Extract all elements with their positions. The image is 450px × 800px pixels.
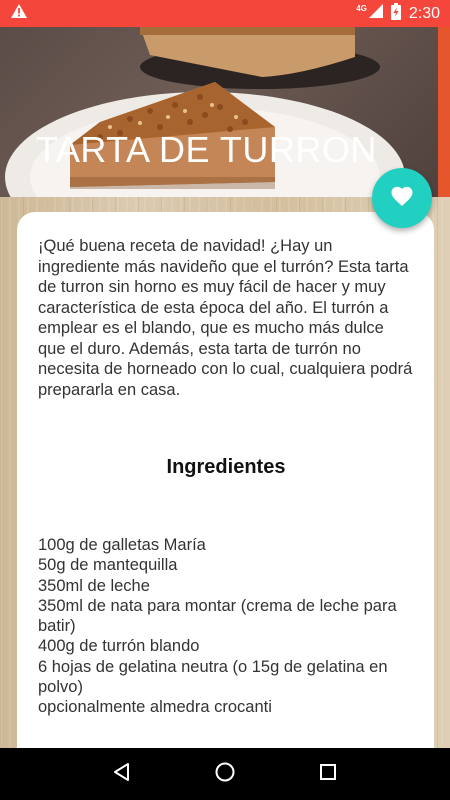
status-time: 2:30 xyxy=(408,4,440,22)
signal-icon xyxy=(368,4,383,23)
recents-icon xyxy=(319,763,337,786)
hero-image: TARTA DE TURRON xyxy=(0,27,450,197)
favorite-button[interactable] xyxy=(372,168,432,228)
back-button[interactable] xyxy=(102,754,142,794)
ingredients-title: Ingredientes xyxy=(166,456,286,478)
ingredient-item: 50g de mantequilla xyxy=(38,556,178,575)
status-bar: 4G 2:30 xyxy=(0,0,450,27)
cake-slice-photo xyxy=(5,27,450,197)
status-left xyxy=(10,3,28,24)
home-icon xyxy=(214,761,236,788)
ingredient-item: 400g de turrón blando xyxy=(38,637,200,656)
ingredient-item: 350ml de leche xyxy=(38,576,150,595)
status-right: 4G 2:30 xyxy=(356,2,440,25)
ingredient-item: 100g de galletas María xyxy=(38,536,206,554)
ingredient-item: 350ml de nata para montar (crema de lech… xyxy=(38,596,397,636)
home-button[interactable] xyxy=(205,754,245,794)
recipe-title: TARTA DE TURRON xyxy=(36,129,377,170)
ingredient-item: 6 hojas de gelatina neutra (o 15g de gel… xyxy=(38,657,388,697)
recents-button[interactable] xyxy=(308,754,348,794)
ingredient-item: opcionalmente almedra crocanti xyxy=(38,698,272,717)
network-type: 4G xyxy=(356,4,367,13)
back-icon xyxy=(112,762,132,787)
recipe-card: ¡Qué buena receta de navidad! ¿Hay un in… xyxy=(17,212,434,772)
heart-icon xyxy=(390,185,414,212)
navigation-bar xyxy=(0,748,450,800)
recipe-intro: ¡Qué buena receta de navidad! ¿Hay un in… xyxy=(38,237,413,399)
ingredients-list: 100g de galletas María 50g de mantequill… xyxy=(38,535,414,718)
warning-icon xyxy=(10,3,28,24)
battery-charging-icon xyxy=(390,2,401,25)
